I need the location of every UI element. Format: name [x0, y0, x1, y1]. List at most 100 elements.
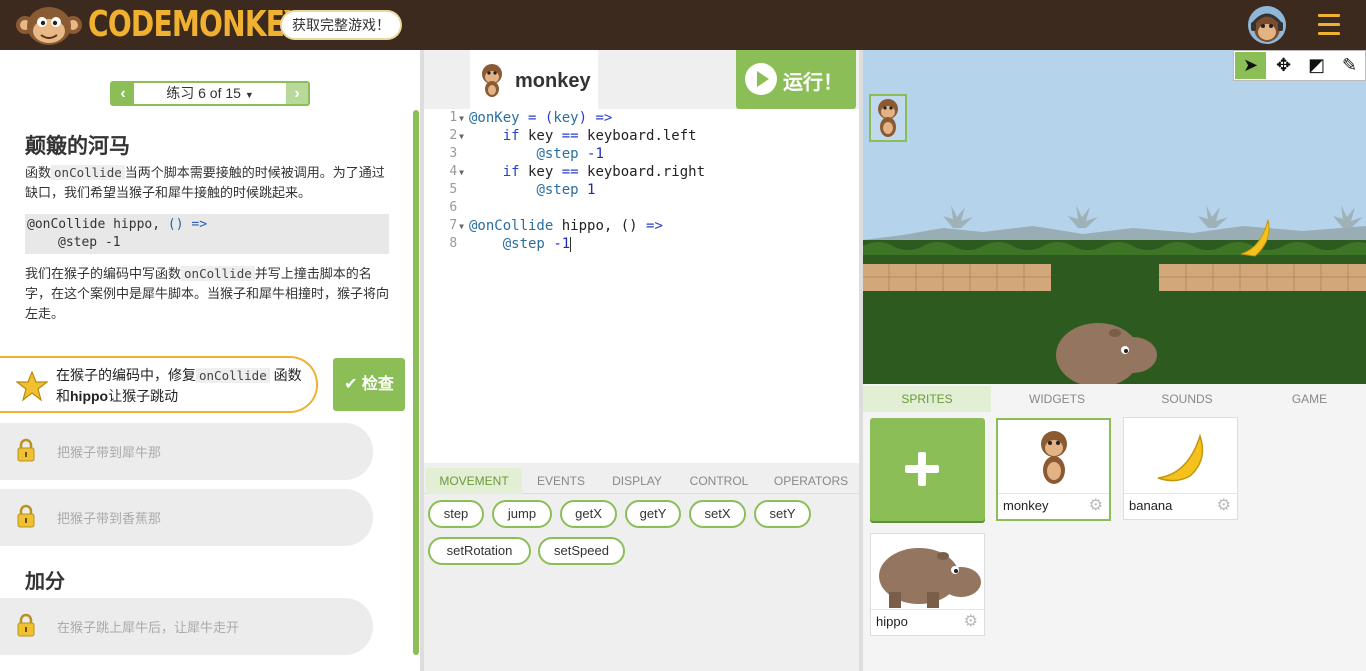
add-sprite-button[interactable]: [870, 418, 985, 521]
get-full-game-button[interactable]: 获取完整游戏！: [282, 12, 400, 38]
tab-movement[interactable]: MOVEMENT: [426, 468, 522, 494]
block-setx[interactable]: setX: [689, 500, 746, 528]
move-icon[interactable]: ✥: [1268, 52, 1299, 79]
check-label: 检查: [361, 376, 394, 393]
tab-widgets[interactable]: WIDGETS: [993, 386, 1121, 412]
sprite-card-banana[interactable]: banana ⚙: [1123, 417, 1238, 520]
stage-panel: ➤ ✥ ◩ ✎ SPRITES WIDGETS SOUNDS GAME monk…: [863, 50, 1366, 671]
block-jump[interactable]: jump: [492, 500, 552, 528]
sprite-card-label: hippo: [876, 614, 908, 629]
lesson-paragraph-2: 我们在猴子的编码中写函数 onCollide 并写上撞击脚本的名字，在这个案例中是犀…: [25, 264, 390, 324]
logo-text[interactable]: CodeMonkey: [88, 3, 305, 47]
fold-arrow-icon[interactable]: ▼: [459, 168, 464, 177]
locked-bonus-task-label: 在猴子跳上犀牛后，让犀牛走开: [57, 620, 240, 635]
line-number-text: 5: [449, 182, 458, 197]
line-number-text: 4: [449, 164, 458, 179]
instructions-scrollbar[interactable]: [413, 110, 419, 655]
block-setspeed[interactable]: setSpeed: [538, 537, 625, 565]
chevron-down-icon: ▼: [244, 90, 254, 100]
palette-tabs: MOVEMENT EVENTS DISPLAY CONTROL OPERATOR…: [424, 468, 859, 494]
locked-task-1-label: 把猴子带到犀牛那: [57, 445, 162, 460]
eraser-icon[interactable]: ◩: [1301, 52, 1332, 79]
check-button[interactable]: ✔ 检查: [333, 358, 405, 411]
gear-icon[interactable]: ⚙: [964, 611, 978, 631]
hippo-icon: [879, 548, 981, 608]
banana-icon: [1157, 433, 1204, 482]
code-editor[interactable]: 1▼ 2▼ 3▼ 4▼ 5▼ 6▼ 7▼ 8▼ @onKey = (key) =…: [424, 109, 859, 463]
line-number: 6▼: [424, 199, 464, 217]
logo-monkey-icon[interactable]: [14, 4, 84, 46]
task-text-b: 函数: [273, 367, 302, 383]
block-setrotation[interactable]: setRotation: [428, 537, 531, 565]
line-number-text: 8: [449, 236, 458, 251]
line-number: 3▼: [424, 145, 464, 163]
code-line: @onCollide hippo, () =>: [469, 218, 663, 234]
tab-display[interactable]: DISPLAY: [604, 468, 670, 494]
tab-sprites[interactable]: SPRITES: [863, 386, 991, 412]
tab-control[interactable]: CONTROL: [680, 468, 758, 494]
next-challenge-button[interactable]: ›: [286, 83, 308, 104]
gear-icon[interactable]: ⚙: [1089, 495, 1103, 515]
sprite-tab-label: monkey: [515, 70, 591, 92]
block-step[interactable]: step: [428, 500, 484, 528]
block-getx[interactable]: getX: [560, 500, 617, 528]
fold-arrow-icon[interactable]: ▼: [459, 114, 464, 123]
task-text-c: 和: [56, 388, 70, 404]
para1-text-a: 函数: [25, 165, 52, 180]
task-text-a: 在猴子的编码中，修复: [56, 367, 196, 383]
task-text: 在猴子的编码中，修复 onCollide 函数 和hippo让猴子跳动: [56, 365, 306, 406]
star-icon: [16, 371, 48, 401]
code-line-1: @onCollide hippo,: [27, 217, 168, 232]
gear-icon[interactable]: ⚙: [1217, 495, 1231, 515]
task-bold: hippo: [70, 388, 109, 404]
code-line-2: @step -1: [58, 235, 121, 250]
locked-task-2-label: 把猴子带到香蕉那: [57, 511, 162, 526]
tab-events[interactable]: EVENTS: [524, 468, 598, 494]
para1-code: onCollide: [51, 165, 125, 180]
challenge-pager: ‹ 练习 6 of 15 ▼ ›: [110, 81, 310, 106]
stage-scene: [863, 50, 1366, 384]
instructions-panel: ‹ 练习 6 of 15 ▼ › 颠簸的河马 函数 onCollide 当两个脚本需…: [0, 50, 420, 671]
line-number-text: 7: [449, 218, 458, 233]
tab-operators[interactable]: OPERATORS: [768, 468, 854, 494]
sprite-card-hippo[interactable]: hippo ⚙: [870, 533, 985, 636]
run-button[interactable]: 运行！: [736, 50, 856, 109]
line-number: 8▼: [424, 235, 464, 253]
code-panel: monkey 运行！ 1▼ 2▼ 3▼ 4▼ 5▼ 6▼ 7▼ 8▼ @onKe…: [420, 50, 863, 671]
play-icon: [745, 63, 777, 95]
fold-arrow-icon[interactable]: ▼: [459, 132, 464, 141]
monkey-icon: [1041, 431, 1067, 484]
block-sety[interactable]: setY: [754, 500, 811, 528]
check-icon: ✔: [344, 376, 358, 393]
sprite-tab-monkey[interactable]: monkey: [470, 50, 598, 112]
arrow-pointer-icon[interactable]: ➤: [1235, 52, 1266, 79]
line-number: 7 ▼: [424, 217, 464, 235]
line-number: 2 ▼: [424, 127, 464, 145]
sprite-card-label: banana: [1129, 498, 1173, 513]
block-gety[interactable]: getY: [625, 500, 681, 528]
code-line: @step -1: [502, 236, 572, 252]
sprite-card-monkey[interactable]: monkey ⚙: [996, 418, 1111, 521]
code-line: @step -1: [536, 146, 604, 162]
asset-tabs: SPRITES WIDGETS SOUNDS GAME: [863, 386, 1366, 412]
menu-icon[interactable]: [1318, 14, 1340, 36]
top-bar: CodeMonkey 获取完整游戏！: [0, 0, 1366, 50]
text-cursor: [570, 236, 572, 252]
challenge-label: 练习 6 of 15: [166, 85, 241, 101]
prev-challenge-button[interactable]: ‹: [112, 83, 134, 104]
game-stage[interactable]: ➤ ✥ ◩ ✎: [863, 50, 1366, 384]
line-number-text: 1: [449, 110, 458, 125]
code-line: if key == keyboard.right: [502, 164, 706, 180]
tab-game[interactable]: GAME: [1253, 386, 1366, 412]
tab-sounds[interactable]: SOUNDS: [1123, 386, 1251, 412]
line-number: 5▼: [424, 181, 464, 199]
monkey-sprite[interactable]: [869, 94, 907, 142]
bonus-title: 加分: [25, 571, 65, 593]
user-avatar[interactable]: [1248, 6, 1286, 44]
brush-icon[interactable]: ✎: [1334, 52, 1365, 79]
fold-arrow-icon[interactable]: ▼: [459, 222, 464, 231]
avatar-monkey-icon: [1251, 13, 1283, 42]
sprite-card-label: monkey: [1003, 498, 1049, 513]
challenge-select[interactable]: 练习 6 of 15 ▼: [136, 83, 284, 106]
lesson-paragraph-1: 函数 onCollide 当两个脚本需要接触的时候被调用。为了通过缺口，我们希望当猴…: [25, 163, 390, 203]
